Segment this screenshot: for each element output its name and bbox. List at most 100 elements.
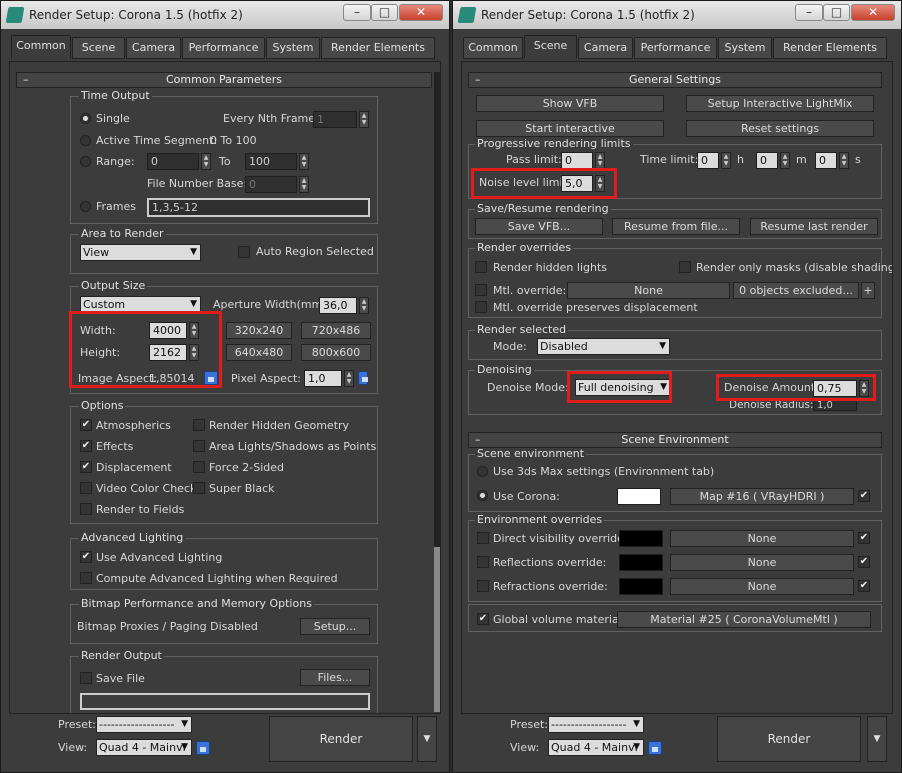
reflections-override-map-checkbox[interactable]: ✔ xyxy=(858,556,870,568)
tab-performance[interactable]: Performance xyxy=(634,37,717,59)
hours-input[interactable]: 0 xyxy=(697,152,719,169)
preset-720x486-button[interactable]: 720x486 xyxy=(301,322,371,339)
general-settings-rollout[interactable]: – General Settings xyxy=(468,72,882,88)
reflections-override-color[interactable] xyxy=(619,554,663,571)
tab-render-elements[interactable]: Render Elements xyxy=(773,37,887,59)
show-vfb-button[interactable]: Show VFB xyxy=(476,95,664,112)
global-volume-checkbox[interactable]: ✔ xyxy=(477,613,489,625)
environment-map-button[interactable]: Map #16 ( VRayHDRI ) xyxy=(670,488,854,505)
auto-region-checkbox[interactable] xyxy=(238,246,250,258)
save-vfb-button[interactable]: Save VFB... xyxy=(475,218,603,235)
preset-dropdown[interactable]: ------------------- ▼ xyxy=(548,716,644,733)
render-hidden-lights-checkbox[interactable] xyxy=(475,261,487,273)
minutes-spinner[interactable]: ▲ ▼ xyxy=(780,152,790,169)
reflections-override-map-button[interactable]: None xyxy=(670,554,854,571)
add-exclusion-button[interactable]: + xyxy=(861,282,875,299)
frames-input[interactable]: 1,3,5-12 xyxy=(147,198,370,217)
preset-640x480-button[interactable]: 640x480 xyxy=(226,344,292,361)
tab-performance[interactable]: Performance xyxy=(182,37,265,59)
output-path-field[interactable] xyxy=(80,693,370,710)
render-button[interactable]: Render xyxy=(717,716,861,762)
range-from-spinner[interactable]: ▲ ▼ xyxy=(201,153,211,170)
tab-system[interactable]: System xyxy=(266,37,320,59)
seconds-spinner[interactable]: ▲ ▼ xyxy=(839,152,849,169)
resume-last-render-button[interactable]: Resume last render xyxy=(750,218,878,235)
force-2-sided-checkbox[interactable] xyxy=(193,461,205,473)
video-color-check-checkbox[interactable] xyxy=(80,482,92,494)
render-only-masks-checkbox[interactable] xyxy=(679,261,691,273)
view-dropdown[interactable]: Quad 4 - Mainvi ▼ xyxy=(96,739,192,756)
hours-spinner[interactable]: ▲ ▼ xyxy=(721,152,731,169)
active-segment-radio[interactable] xyxy=(80,135,91,146)
pixel-aspect-spinner[interactable]: ▲ ▼ xyxy=(344,370,354,387)
lock-icon[interactable] xyxy=(196,741,210,755)
area-lights-checkbox[interactable] xyxy=(193,440,205,452)
use-advanced-lighting-checkbox[interactable]: ✔ xyxy=(80,551,92,563)
maximize-button[interactable]: □ xyxy=(371,4,398,21)
scene-environment-rollout[interactable]: – Scene Environment xyxy=(468,432,882,448)
direct-visibility-map-button[interactable]: None xyxy=(670,530,854,547)
direct-visibility-color[interactable] xyxy=(619,530,663,547)
view-dropdown[interactable]: Quad 4 - Mainvi ▼ xyxy=(548,739,644,756)
lock-icon[interactable] xyxy=(358,371,368,385)
close-button[interactable]: ✕ xyxy=(851,4,895,21)
minutes-input[interactable]: 0 xyxy=(756,152,778,169)
render-options-button[interactable]: ▼ xyxy=(867,716,887,762)
use-corona-radio[interactable] xyxy=(477,490,488,501)
tab-common[interactable]: Common xyxy=(463,37,523,59)
file-number-base-input[interactable]: 0 xyxy=(245,176,297,193)
refractions-override-map-button[interactable]: None xyxy=(670,578,854,595)
pixel-aspect-input[interactable]: 1,0 xyxy=(304,370,342,387)
resume-from-file-button[interactable]: Resume from file... xyxy=(612,218,740,235)
atmospherics-checkbox[interactable]: ✔ xyxy=(80,419,92,431)
area-to-render-dropdown[interactable]: View ▼ xyxy=(80,244,201,261)
minimize-button[interactable]: – xyxy=(343,4,371,21)
render-button[interactable]: Render xyxy=(269,716,413,762)
corona-env-color-swatch[interactable] xyxy=(617,488,661,505)
render-options-button[interactable]: ▼ xyxy=(417,716,437,762)
tab-camera[interactable]: Camera xyxy=(126,37,181,59)
direct-visibility-map-checkbox[interactable]: ✔ xyxy=(858,532,870,544)
range-radio[interactable] xyxy=(80,156,91,167)
pass-limit-input[interactable]: 0 xyxy=(561,152,593,169)
render-to-fields-checkbox[interactable] xyxy=(80,503,92,515)
save-file-checkbox[interactable] xyxy=(80,672,92,684)
preserve-displacement-checkbox[interactable] xyxy=(475,301,487,313)
tab-render-elements[interactable]: Render Elements xyxy=(321,37,435,59)
range-from-input[interactable]: 0 xyxy=(147,153,199,170)
scrollbar-thumb[interactable] xyxy=(434,547,440,712)
range-to-input[interactable]: 100 xyxy=(245,153,297,170)
start-interactive-button[interactable]: Start interactive xyxy=(476,120,664,137)
lock-icon[interactable] xyxy=(648,741,662,755)
super-black-checkbox[interactable] xyxy=(193,482,205,494)
bitmap-setup-button[interactable]: Setup... xyxy=(300,618,370,635)
title-bar[interactable]: Render Setup: Corona 1.5 (hotfix 2) – □ … xyxy=(453,1,901,29)
refractions-override-color[interactable] xyxy=(619,578,663,595)
global-volume-material-button[interactable]: Material #25 ( CoronaVolumeMtl ) xyxy=(617,611,871,628)
preset-dropdown[interactable]: ------------------- ▼ xyxy=(96,716,192,733)
preset-800x600-button[interactable]: 800x600 xyxy=(301,344,371,361)
range-to-spinner[interactable]: ▲ ▼ xyxy=(299,153,309,170)
maximize-button[interactable]: □ xyxy=(823,4,850,21)
mtl-override-checkbox[interactable] xyxy=(475,284,487,296)
effects-checkbox[interactable]: ✔ xyxy=(80,440,92,452)
aperture-input[interactable]: 36,0 xyxy=(319,297,357,314)
use-3dsmax-radio[interactable] xyxy=(477,466,488,477)
compute-advanced-lighting-checkbox[interactable] xyxy=(80,572,92,584)
render-selected-mode-dropdown[interactable]: Disabled ▼ xyxy=(537,338,670,355)
reset-settings-button[interactable]: Reset settings xyxy=(686,120,874,137)
environment-map-checkbox[interactable]: ✔ xyxy=(858,490,870,502)
tab-scene[interactable]: Scene xyxy=(524,35,577,59)
displacement-checkbox[interactable]: ✔ xyxy=(80,461,92,473)
reflections-override-checkbox[interactable] xyxy=(477,556,489,568)
pass-limit-spinner[interactable]: ▲ ▼ xyxy=(595,152,605,169)
file-number-base-spinner[interactable]: ▲ ▼ xyxy=(299,176,309,193)
refractions-override-map-checkbox[interactable]: ✔ xyxy=(858,580,870,592)
setup-lightmix-button[interactable]: Setup Interactive LightMix xyxy=(686,95,874,112)
tab-camera[interactable]: Camera xyxy=(578,37,633,59)
render-hidden-geometry-checkbox[interactable] xyxy=(193,419,205,431)
tab-scene[interactable]: Scene xyxy=(72,37,125,59)
direct-visibility-checkbox[interactable] xyxy=(477,532,489,544)
seconds-input[interactable]: 0 xyxy=(815,152,837,169)
common-parameters-rollout[interactable]: – Common Parameters xyxy=(16,72,432,88)
